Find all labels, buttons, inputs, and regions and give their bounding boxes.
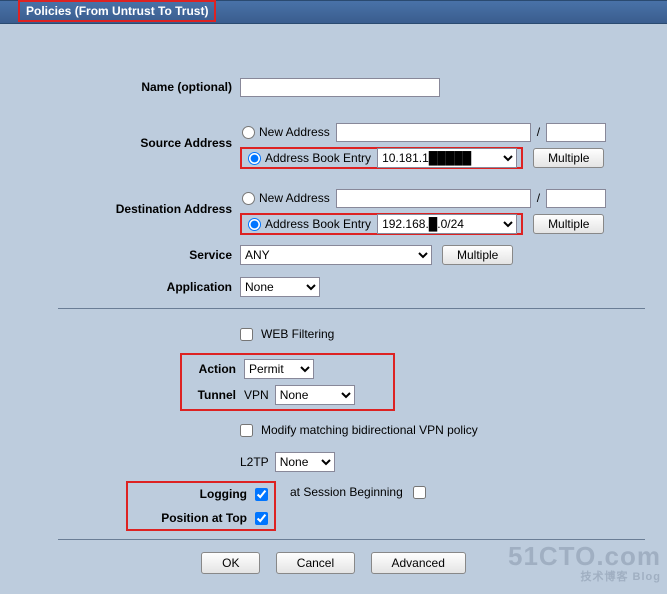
application-label: Application: [22, 280, 240, 294]
advanced-button[interactable]: Advanced: [371, 552, 466, 574]
name-input[interactable]: [240, 78, 440, 97]
ok-button[interactable]: OK: [201, 552, 260, 574]
source-book-label: Address Book Entry: [265, 151, 371, 165]
modify-bidir-label: Modify matching bidirectional VPN policy: [261, 423, 478, 437]
application-select[interactable]: None: [240, 277, 320, 297]
tunnel-vpn-label: VPN: [244, 388, 269, 402]
l2tp-select[interactable]: None: [275, 452, 335, 472]
service-multiple-button[interactable]: Multiple: [442, 245, 513, 265]
dest-new-mask[interactable]: [546, 189, 606, 208]
dest-new-radio[interactable]: [242, 192, 255, 205]
separator-2: [58, 539, 645, 540]
name-label: Name (optional): [22, 80, 240, 94]
dest-multiple-button[interactable]: Multiple: [533, 214, 604, 234]
dest-book-select[interactable]: 192.168.█.0/24: [377, 214, 517, 234]
dest-book-radio[interactable]: [248, 218, 261, 231]
source-book-highlight: Address Book Entry 10.181.1█████: [240, 147, 523, 169]
action-select[interactable]: Permit: [244, 359, 314, 379]
form-panel: Name (optional) Source Address New Addre…: [0, 24, 667, 584]
source-book-select[interactable]: 10.181.1█████: [377, 148, 517, 168]
dest-slash: /: [537, 191, 540, 205]
position-checkbox[interactable]: [255, 512, 268, 525]
position-label: Position at Top: [161, 511, 247, 525]
tunnel-label: Tunnel: [188, 388, 244, 402]
logging-position-highlight: Logging Position at Top: [126, 481, 276, 531]
footer-buttons: OK Cancel Advanced: [22, 552, 645, 574]
l2tp-label: L2TP: [240, 455, 269, 469]
header-bar: Policies (From Untrust To Trust): [0, 0, 667, 24]
source-new-input[interactable]: [336, 123, 531, 142]
source-address-label: Source Address: [22, 120, 240, 150]
dest-address-label: Destination Address: [22, 186, 240, 216]
logging-checkbox[interactable]: [255, 488, 268, 501]
page-title: Policies (From Untrust To Trust): [26, 4, 208, 18]
session-begin-checkbox[interactable]: [413, 486, 426, 499]
source-new-label: New Address: [259, 125, 330, 139]
cancel-button[interactable]: Cancel: [276, 552, 355, 574]
action-tunnel-highlight: Action Permit Tunnel VPN None: [180, 353, 395, 411]
logging-label: Logging: [200, 487, 247, 501]
header-title-highlight: Policies (From Untrust To Trust): [18, 0, 216, 22]
dest-book-label: Address Book Entry: [265, 217, 371, 231]
source-new-mask[interactable]: [546, 123, 606, 142]
tunnel-vpn-select[interactable]: None: [275, 385, 355, 405]
modify-bidir-checkbox[interactable]: [240, 424, 253, 437]
service-label: Service: [22, 248, 240, 262]
source-new-radio[interactable]: [242, 126, 255, 139]
dest-book-highlight: Address Book Entry 192.168.█.0/24: [240, 213, 523, 235]
dest-new-input[interactable]: [336, 189, 531, 208]
source-book-radio[interactable]: [248, 152, 261, 165]
service-select[interactable]: ANY: [240, 245, 432, 265]
source-multiple-button[interactable]: Multiple: [533, 148, 604, 168]
action-label: Action: [188, 362, 244, 376]
session-begin-label: at Session Beginning: [290, 485, 403, 499]
dest-new-label: New Address: [259, 191, 330, 205]
source-slash: /: [537, 125, 540, 139]
separator-1: [58, 308, 645, 309]
web-filtering-checkbox[interactable]: [240, 328, 253, 341]
web-filtering-label: WEB Filtering: [261, 327, 334, 341]
